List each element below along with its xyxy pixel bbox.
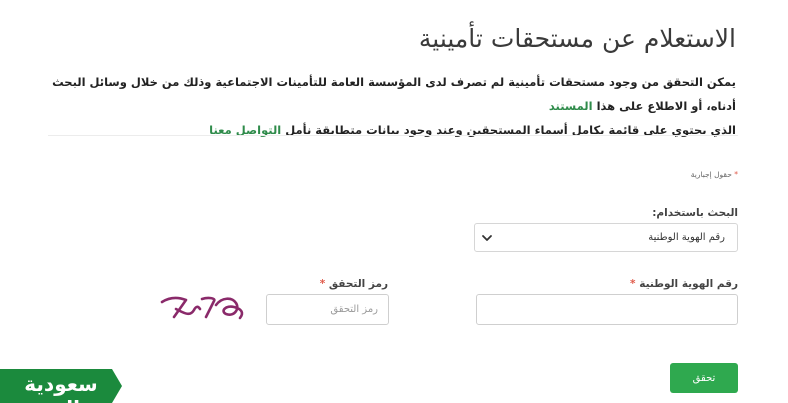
verify-button[interactable]: تحقق xyxy=(670,363,738,393)
search-by-label-text: البحث باستخدام: xyxy=(652,207,738,219)
watermark-logo: سعودية العز xyxy=(0,369,122,403)
national-id-label-text: رقم الهوية الوطنية xyxy=(639,278,738,290)
national-id-label: رقم الهوية الوطنية * xyxy=(630,278,738,290)
required-star: * xyxy=(319,278,326,290)
chevron-down-icon xyxy=(482,235,492,241)
national-id-input[interactable] xyxy=(477,295,737,324)
document-link[interactable]: المستند xyxy=(549,99,593,113)
required-star: * xyxy=(734,170,738,179)
required-fields-note: * حقول إجبارية xyxy=(691,170,738,179)
captcha-label: رمز التحقق * xyxy=(320,278,388,290)
captcha-label-text: رمز التحقق xyxy=(328,278,388,290)
page-title: الاستعلام عن مستحقات تأمينية xyxy=(418,24,736,53)
search-by-label: البحث باستخدام: xyxy=(652,207,738,219)
search-by-select[interactable]: رقم الهوية الوطنية xyxy=(474,223,738,252)
search-by-select-value: رقم الهوية الوطنية xyxy=(648,232,725,243)
logo-text: سعودية العز xyxy=(24,372,98,403)
captcha-field[interactable] xyxy=(266,294,389,325)
captcha-image xyxy=(160,296,244,320)
intro-text: يمكن التحقق من وجود مستحقات تأمينية لم ت… xyxy=(36,70,736,142)
intro-text-line1: يمكن التحقق من وجود مستحقات تأمينية لم ت… xyxy=(52,75,736,113)
required-star: * xyxy=(630,278,636,290)
required-fields-note-text: حقول إجبارية xyxy=(690,170,732,179)
divider xyxy=(48,135,738,136)
national-id-field[interactable] xyxy=(476,294,738,325)
captcha-input[interactable] xyxy=(267,295,388,324)
